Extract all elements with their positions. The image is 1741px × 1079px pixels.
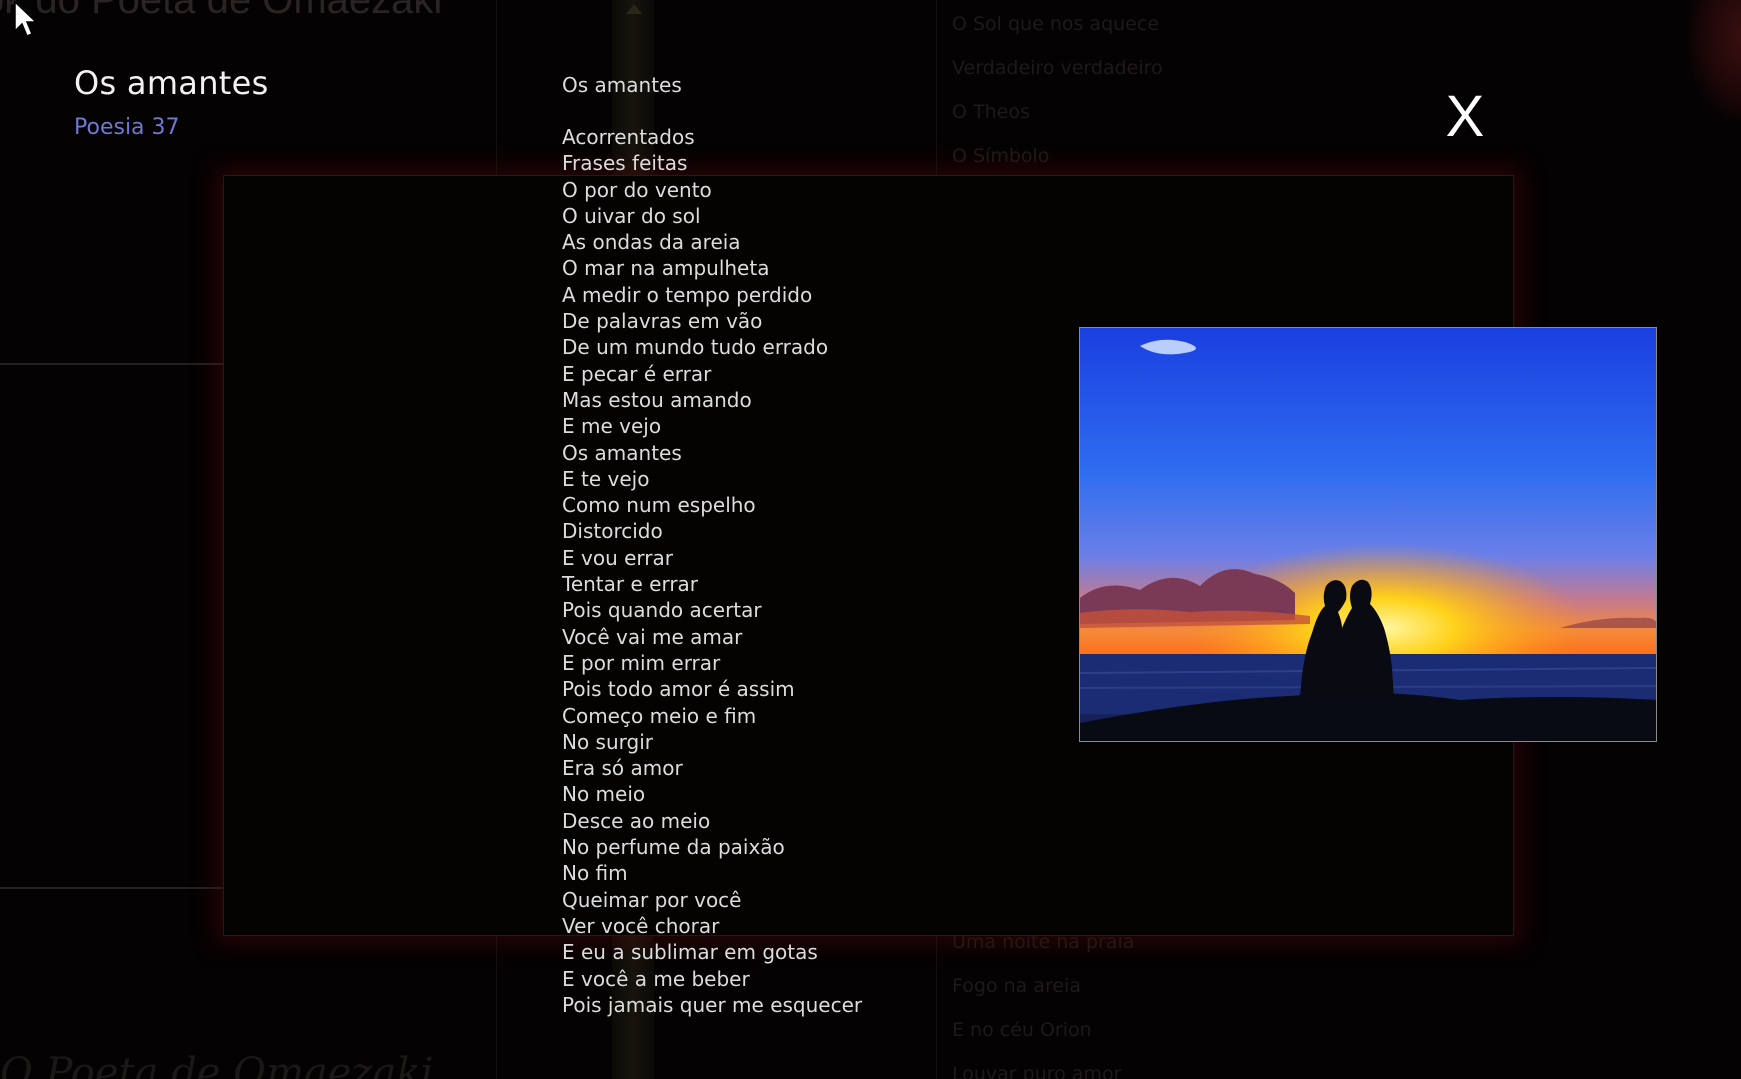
- background-rule: [0, 887, 224, 889]
- poem-line: As ondas da areia: [562, 230, 741, 255]
- poem-line: Mas estou amando: [562, 387, 752, 412]
- poem-line: Frases feitas: [562, 151, 688, 176]
- background-poem-item: E no céu Orion: [952, 1019, 1092, 1041]
- poem-line: Como num espelho: [562, 493, 756, 518]
- poem-line: No perfume da paixão: [562, 835, 785, 860]
- poem-line: O uivar do sol: [562, 203, 701, 228]
- poem-line: No meio: [562, 782, 646, 807]
- poem-line: No fim: [562, 861, 628, 886]
- poem-line: E você a me beber: [562, 966, 750, 991]
- poem-body: Os amantes Acorrentados Frases feitas O po…: [562, 72, 862, 1018]
- poem-line: Desce ao meio: [562, 808, 711, 833]
- background-poem-item: Verdadeiro verdadeiro: [952, 57, 1163, 79]
- poem-line: Queimar por você: [562, 887, 742, 912]
- background-poem-list-top: O Sol que nos aquece Verdadeiro verdadei…: [952, 2, 1163, 178]
- poem-subtitle: Poesia 37: [74, 115, 180, 140]
- scroll-up-arrow-icon: [626, 4, 642, 14]
- mouse-pointer-icon: [14, 0, 38, 37]
- background-footer-title: O Poeta de Omaezaki: [0, 1050, 434, 1079]
- background-header-title: ok do Poeta de Omaezaki: [0, 0, 443, 22]
- poem-line: E pecar é errar: [562, 361, 712, 386]
- poem-line: Pois quando acertar: [562, 598, 762, 623]
- background-poem-item: Louvar puro amor: [952, 1063, 1122, 1079]
- background-poem-item: O Sol que nos aquece: [952, 13, 1160, 35]
- background-poem-item: Fogo na areia: [952, 975, 1081, 997]
- poem-line: De palavras em vão: [562, 309, 763, 334]
- background-ornament: [1688, 0, 1741, 120]
- poem-line: Era só amor: [562, 756, 683, 781]
- poem-line: Tentar e errar: [562, 572, 699, 597]
- poem-heading: Os amantes: [562, 73, 682, 97]
- background-poem-list-bottom: Uma noite na praia Fogo na areia E no cé…: [952, 920, 1134, 1079]
- poem-lines: Acorrentados Frases feitas O por do vento O…: [562, 124, 862, 1018]
- poem-line: Ver você chorar: [562, 913, 720, 938]
- poem-line: Distorcido: [562, 519, 663, 544]
- poem-line: O mar na ampulheta: [562, 256, 770, 281]
- poem-line: Pois jamais quer me esquecer: [562, 992, 863, 1017]
- poem-line: Começo meio e fim: [562, 703, 757, 728]
- poem-line: E te vejo: [562, 466, 650, 491]
- sunset-couple-photo: [1079, 327, 1657, 742]
- poem-line: A medir o tempo perdido: [562, 282, 813, 307]
- background-rule: [0, 363, 224, 365]
- poem-title: Os amantes: [74, 64, 269, 102]
- poem-line: Pois todo amor é assim: [562, 677, 795, 702]
- poem-line: E por mim errar: [562, 650, 721, 675]
- poem-line: No surgir: [562, 729, 653, 754]
- poem-line: De um mundo tudo errado: [562, 335, 829, 360]
- close-button[interactable]: X: [1440, 82, 1490, 152]
- poem-line: E vou errar: [562, 545, 673, 570]
- poem-line: Você vai me amar: [562, 624, 743, 649]
- poem-line: E me vejo: [562, 414, 662, 439]
- poem-line: Os amantes: [562, 440, 682, 465]
- background-poem-item: O Símbolo: [952, 145, 1050, 167]
- poem-line: Acorrentados: [562, 125, 695, 149]
- poem-line: E eu a sublimar em gotas: [562, 940, 818, 965]
- background-poem-item: O Theos: [952, 101, 1030, 123]
- poem-line: O por do vento: [562, 177, 712, 202]
